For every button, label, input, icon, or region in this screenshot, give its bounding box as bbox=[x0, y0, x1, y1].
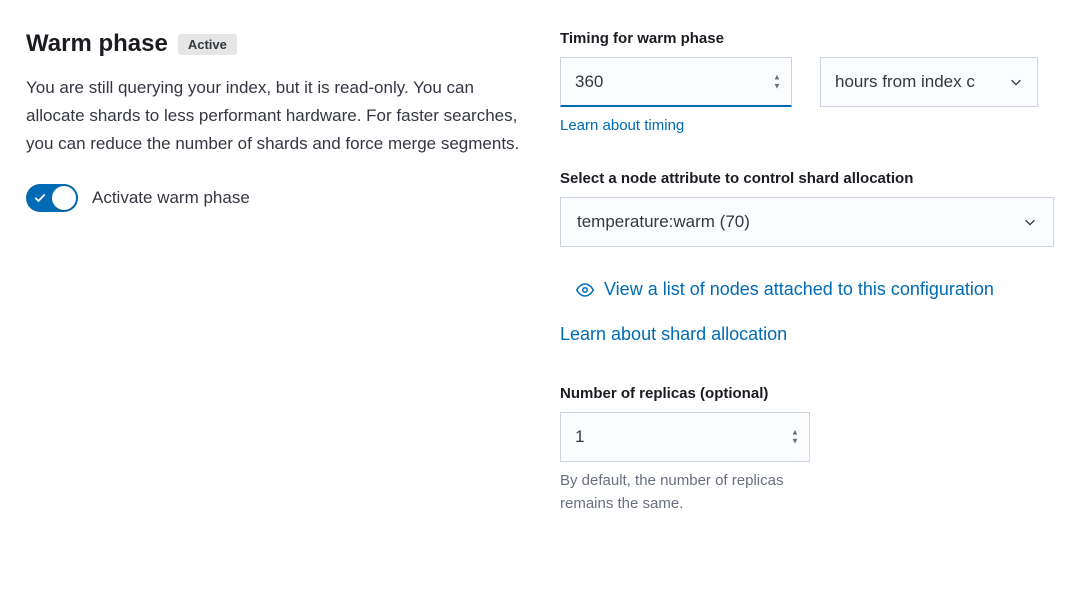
timing-input[interactable] bbox=[560, 57, 792, 107]
phase-header: Warm phase Active bbox=[26, 30, 524, 58]
status-badge: Active bbox=[178, 34, 237, 55]
eye-icon bbox=[576, 281, 594, 299]
page-title: Warm phase bbox=[26, 30, 168, 58]
chevron-down-icon: ▼ bbox=[788, 438, 802, 446]
allocation-label: Select a node attribute to control shard… bbox=[560, 170, 1054, 187]
check-icon bbox=[34, 192, 46, 204]
replicas-input[interactable] bbox=[560, 412, 810, 462]
chevron-up-icon: ▲ bbox=[770, 74, 784, 82]
number-stepper[interactable]: ▲ ▼ bbox=[788, 429, 802, 446]
node-attribute-select[interactable]: temperature:warm (70) bbox=[560, 197, 1054, 247]
timing-unit-value: hours from index c bbox=[835, 72, 1001, 92]
view-nodes-link[interactable]: View a list of nodes attached to this co… bbox=[576, 279, 1054, 300]
chevron-down-icon bbox=[1009, 75, 1023, 89]
timing-learn-link[interactable]: Learn about timing bbox=[560, 117, 792, 134]
toggle-knob bbox=[52, 186, 76, 210]
timing-label: Timing for warm phase bbox=[560, 30, 1054, 47]
timing-unit-select[interactable]: hours from index c bbox=[820, 57, 1038, 107]
toggle-label: Activate warm phase bbox=[92, 188, 250, 208]
node-attribute-value: temperature:warm (70) bbox=[577, 212, 750, 232]
allocation-learn-link[interactable]: Learn about shard allocation bbox=[560, 324, 787, 345]
number-stepper[interactable]: ▲ ▼ bbox=[770, 74, 784, 91]
view-nodes-text: View a list of nodes attached to this co… bbox=[604, 279, 994, 300]
chevron-down-icon: ▼ bbox=[770, 83, 784, 91]
phase-description: You are still querying your index, but i… bbox=[26, 74, 524, 158]
replicas-label: Number of replicas (optional) bbox=[560, 385, 1054, 402]
chevron-down-icon bbox=[1023, 215, 1037, 229]
chevron-up-icon: ▲ bbox=[788, 429, 802, 437]
activate-toggle[interactable] bbox=[26, 184, 78, 212]
replicas-help-text: By default, the number of replicas remai… bbox=[560, 470, 810, 515]
